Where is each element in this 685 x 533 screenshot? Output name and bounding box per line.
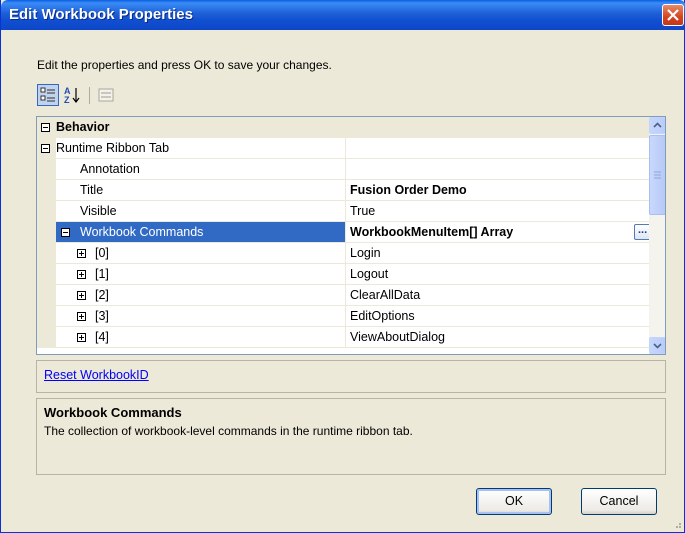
property-name-text: Visible (80, 204, 117, 218)
expand-icon[interactable] (77, 312, 86, 321)
property-value[interactable]: True (346, 201, 656, 222)
property-value-text: ViewAboutDialog (350, 330, 445, 344)
property-name-text: [2] (95, 288, 109, 302)
property-row[interactable]: Runtime Ribbon Tab (37, 138, 656, 159)
alphabetical-sort-icon: A Z (64, 86, 80, 105)
property-value[interactable]: Login (346, 243, 656, 264)
property-row[interactable]: [2] ClearAllData (37, 285, 656, 306)
property-name-text: [4] (95, 330, 109, 344)
property-grid: Behavior Runtime Ribbon Tab Annotation T… (36, 116, 666, 355)
categorized-icon (40, 87, 55, 102)
cancel-button[interactable]: Cancel (581, 488, 657, 515)
resize-grip-icon[interactable] (672, 519, 682, 529)
close-icon (667, 9, 679, 21)
toolbar-separator (89, 87, 90, 104)
expand-icon[interactable] (77, 291, 86, 300)
ellipsis-label: ... (638, 224, 648, 236)
categorized-button[interactable] (37, 84, 59, 106)
dialog-window: Edit Workbook Properties Edit the proper… (0, 0, 685, 533)
property-value-text: True (350, 204, 376, 218)
property-name-text: Title (80, 183, 104, 197)
property-value[interactable]: Logout (346, 264, 656, 285)
collapse-icon[interactable] (41, 144, 50, 153)
window-title: Edit Workbook Properties (9, 6, 193, 23)
property-name-text: Annotation (80, 162, 140, 176)
category-row-behavior[interactable]: Behavior (37, 117, 656, 138)
property-row[interactable]: [1] Logout (37, 264, 656, 285)
instruction-text: Edit the properties and press OK to save… (37, 58, 332, 72)
property-value-text: Logout (350, 267, 389, 281)
help-panel: Workbook Commands The collection of work… (36, 398, 666, 475)
ok-button[interactable]: OK (476, 488, 552, 515)
property-value[interactable]: ClearAllData (346, 285, 656, 306)
property-name: [3] (56, 306, 346, 327)
property-name: [0] (56, 243, 346, 264)
svg-text:Z: Z (64, 95, 70, 105)
row-gutter (37, 264, 56, 285)
property-value[interactable]: EditOptions (346, 306, 656, 327)
property-value[interactable]: ViewAboutDialog (346, 327, 656, 348)
chevron-down-icon (653, 343, 662, 349)
property-value-text: WorkbookMenuItem[] Array (350, 225, 514, 239)
property-name-text: Workbook Commands (80, 225, 204, 239)
property-name-text: Runtime Ribbon Tab (56, 141, 170, 155)
row-gutter (37, 285, 56, 306)
chevron-up-icon (653, 122, 662, 128)
property-value-text: Fusion Order Demo (350, 183, 467, 197)
property-name: Runtime Ribbon Tab (51, 138, 346, 159)
property-row[interactable]: Title Fusion Order Demo (37, 180, 656, 201)
category-label: Behavior (56, 120, 110, 134)
property-name: [1] (56, 264, 346, 285)
property-pages-icon (98, 88, 114, 102)
expand-icon[interactable] (77, 270, 86, 279)
property-value-text: Login (350, 246, 381, 260)
property-row-selected[interactable]: Workbook Commands WorkbookMenuItem[] Arr… (37, 222, 656, 243)
property-value[interactable] (346, 159, 656, 180)
property-value[interactable]: Fusion Order Demo (346, 180, 656, 201)
property-value-text: ClearAllData (350, 288, 421, 302)
grip-lines-icon (654, 171, 661, 179)
commands-panel: Reset WorkbookID (36, 360, 666, 393)
row-gutter (37, 201, 56, 222)
property-name: Visible (56, 201, 346, 222)
title-bar[interactable]: Edit Workbook Properties (1, 0, 685, 30)
scroll-thumb[interactable] (649, 135, 665, 215)
property-name: Title (56, 180, 346, 201)
property-name: Annotation (56, 159, 346, 180)
property-name: Workbook Commands (56, 222, 346, 243)
collapse-icon[interactable] (41, 123, 50, 132)
alphabetical-button[interactable]: A Z (62, 84, 84, 106)
row-gutter (37, 327, 56, 348)
property-name: [4] (56, 327, 346, 348)
expand-icon[interactable] (77, 333, 86, 342)
property-row[interactable]: [3] EditOptions (37, 306, 656, 327)
property-value[interactable] (346, 138, 656, 159)
property-row[interactable]: [4] ViewAboutDialog (37, 327, 656, 348)
vertical-scrollbar[interactable] (649, 117, 665, 354)
property-row[interactable]: Annotation (37, 159, 656, 180)
scroll-down-button[interactable] (649, 337, 665, 354)
property-row[interactable]: [0] Login (37, 243, 656, 264)
row-gutter (37, 222, 56, 243)
property-name-text: [0] (95, 246, 109, 260)
property-value-text: EditOptions (350, 309, 415, 323)
category-header: Behavior (37, 117, 656, 138)
row-gutter (37, 243, 56, 264)
property-row[interactable]: Visible True (37, 201, 656, 222)
collapse-icon[interactable] (61, 228, 70, 237)
row-gutter (37, 180, 56, 201)
close-button[interactable] (662, 4, 684, 26)
reset-workbookid-link[interactable]: Reset WorkbookID (44, 368, 149, 382)
row-gutter (37, 306, 56, 327)
property-value[interactable]: WorkbookMenuItem[] Array ... (346, 222, 656, 243)
help-description: The collection of workbook-level command… (44, 424, 413, 438)
property-pages-button[interactable] (95, 84, 117, 106)
row-gutter (37, 159, 56, 180)
help-title: Workbook Commands (44, 405, 182, 420)
property-name-text: [3] (95, 309, 109, 323)
property-name: [2] (56, 285, 346, 306)
scroll-up-button[interactable] (649, 117, 665, 134)
property-name-text: [1] (95, 267, 109, 281)
expand-icon[interactable] (77, 249, 86, 258)
